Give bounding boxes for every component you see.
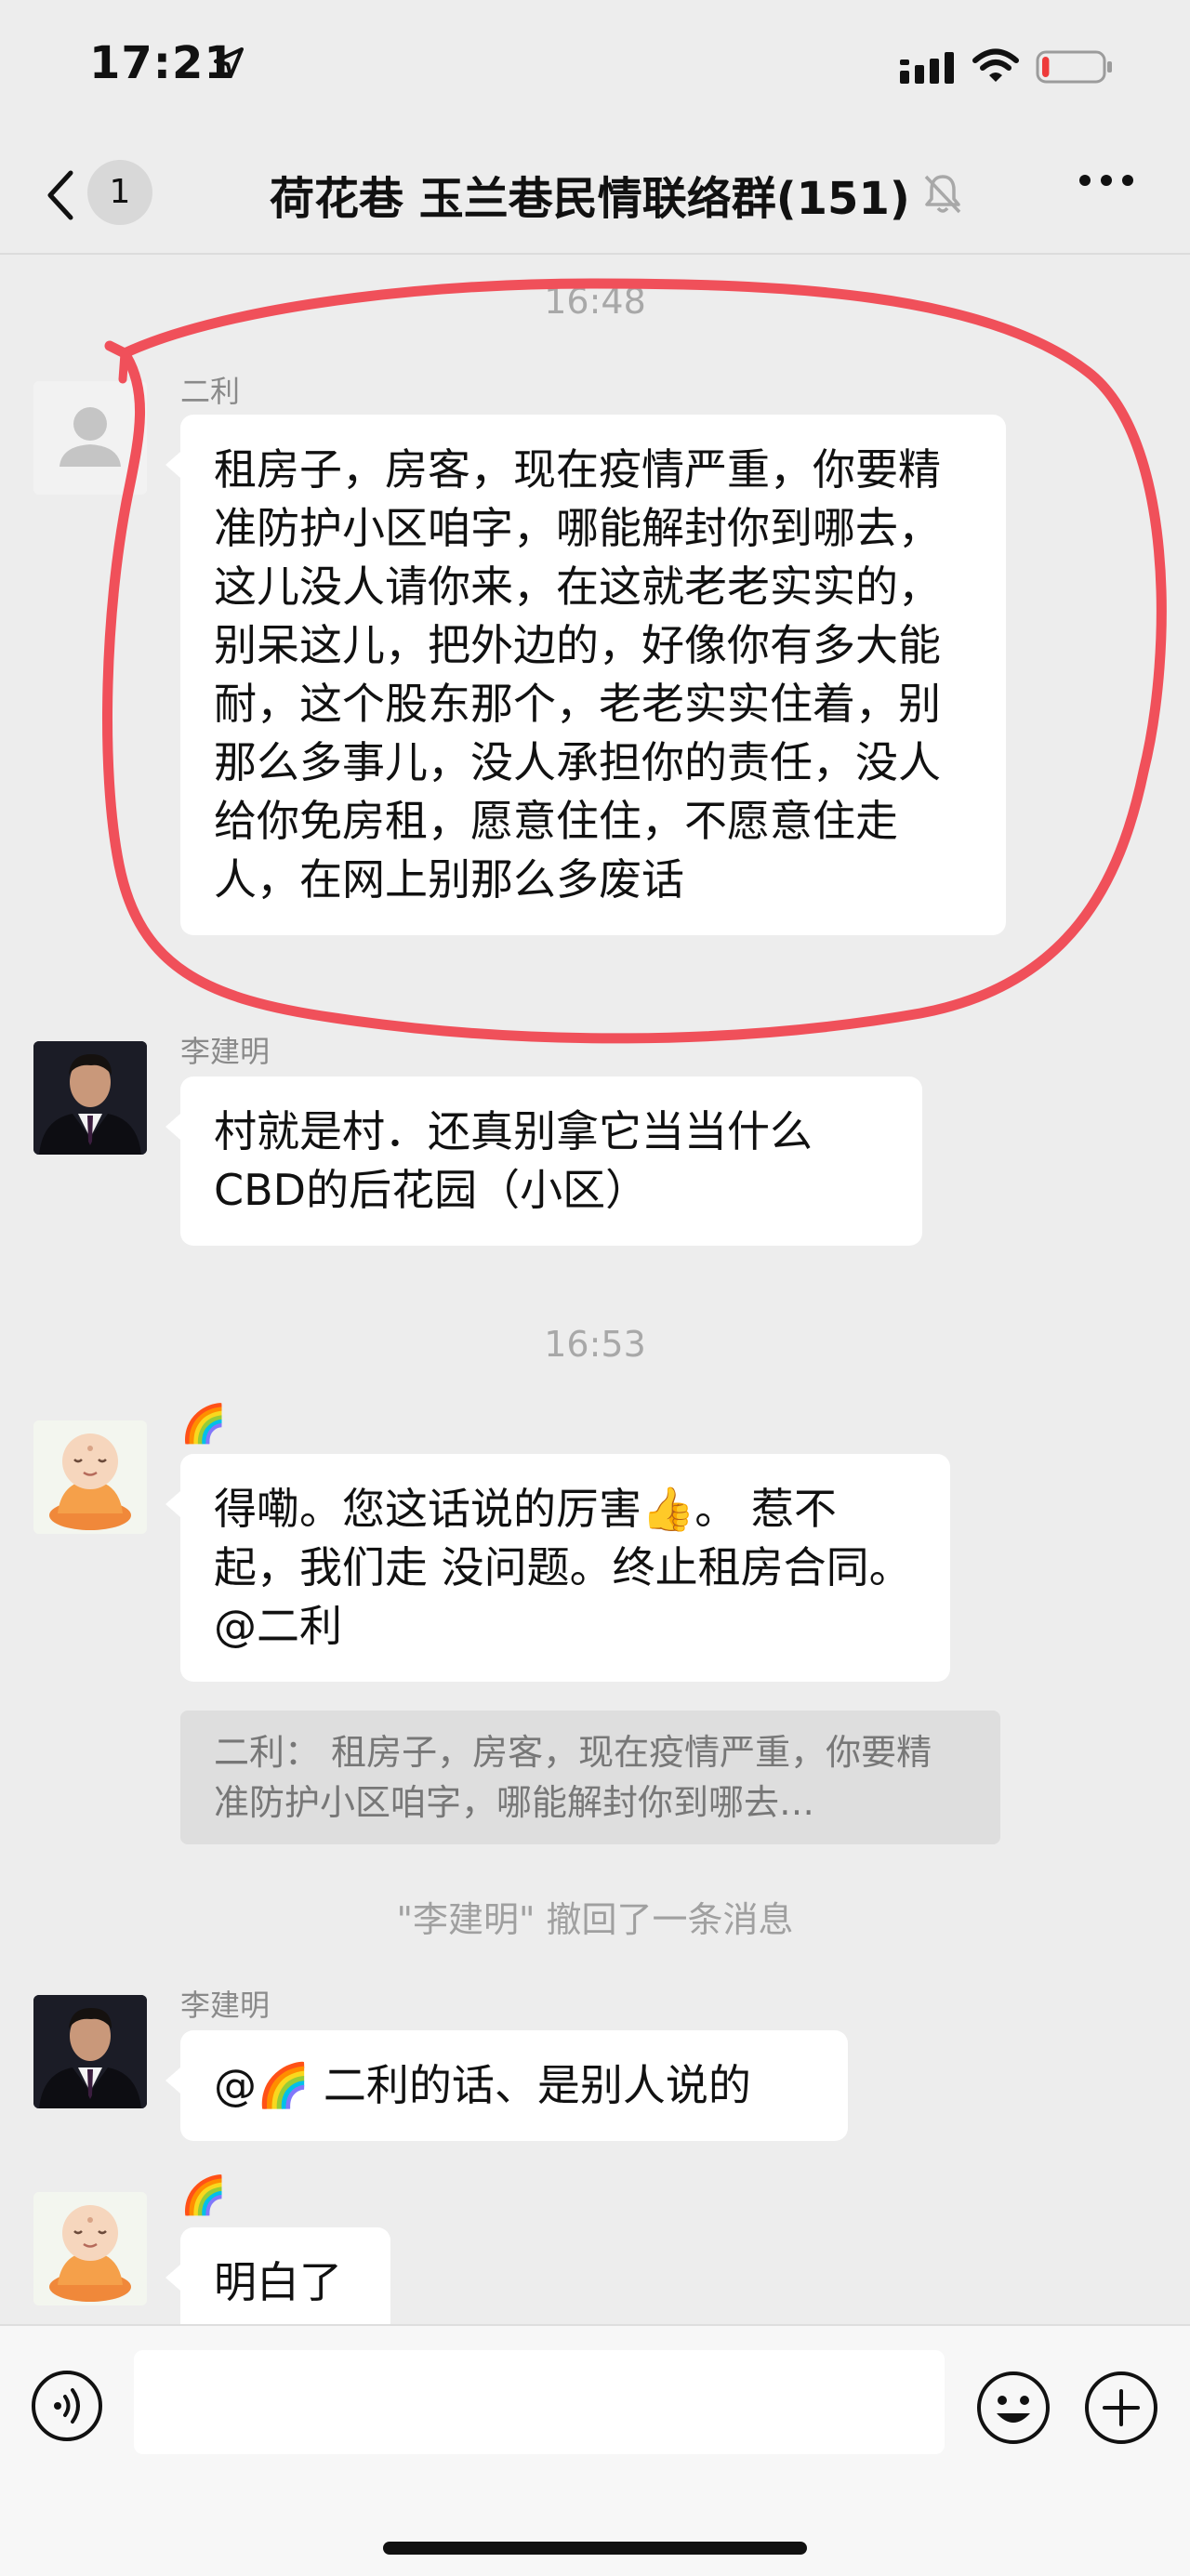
sender-name: 李建明 — [180, 1988, 271, 2023]
message-bubble[interactable]: 明白了 — [165, 2227, 390, 2338]
emoji-icon[interactable] — [974, 2369, 1052, 2451]
sender-avatar[interactable] — [33, 1420, 147, 1534]
sender-avatar[interactable] — [33, 381, 147, 495]
home-indicator[interactable] — [383, 2542, 807, 2555]
message-list[interactable]: 16:48 二利 租房子，房客，现在疫情严重，你要精准防护小区咱字，哪能解封你到… — [0, 255, 1190, 2338]
input-toolbar — [0, 2324, 1190, 2576]
location-arrow-icon — [212, 46, 245, 84]
message-timestamp: 16:48 — [544, 281, 646, 322]
cellular-signal-icon — [900, 52, 959, 87]
sender-avatar[interactable] — [33, 1995, 147, 2108]
unread-count-badge[interactable]: 1 — [87, 160, 152, 225]
sender-name: 🌈 — [180, 2174, 227, 2217]
quoted-message[interactable]: 二利： 租房子，房客，现在疫情严重，你要精准防护小区咱字，哪能解封你到哪去… — [180, 1711, 1000, 1844]
recall-notice: "李建明" 撤回了一条消息 — [396, 1899, 794, 1940]
message-input[interactable] — [134, 2350, 945, 2454]
chat-title: 荷花巷 玉兰巷民情联络群(151) — [270, 173, 910, 225]
sender-name: 李建明 — [180, 1034, 271, 1069]
voice-input-icon[interactable] — [30, 2369, 104, 2447]
back-chevron-icon[interactable] — [41, 167, 78, 227]
message-bubble[interactable]: @🌈 二利的话、是别人说的 — [165, 2030, 848, 2141]
sender-avatar[interactable] — [33, 2192, 147, 2305]
message-timestamp: 16:53 — [544, 1324, 646, 1365]
mute-bell-icon — [920, 171, 965, 219]
sender-name: 二利 — [180, 374, 241, 409]
plus-icon[interactable] — [1082, 2369, 1160, 2451]
more-options-icon[interactable] — [1078, 173, 1134, 192]
sender-name: 🌈 — [180, 1403, 227, 1446]
status-bar: 17:21 — [0, 0, 1190, 139]
message-bubble[interactable]: 租房子，房客，现在疫情严重，你要精准防护小区咱字，哪能解封你到哪去，这儿没人请你… — [165, 415, 1006, 935]
battery-icon — [1036, 50, 1114, 87]
message-bubble[interactable]: 得嘞。您这话说的厉害👍。 惹不起，我们走 没问题。终止租房合同。@二利 — [165, 1454, 950, 1682]
sender-avatar[interactable] — [33, 1041, 147, 1155]
message-bubble[interactable]: 村就是村．还真别拿它当当什么CBD的后花园（小区） — [165, 1077, 922, 1246]
wifi-icon — [972, 48, 1019, 87]
